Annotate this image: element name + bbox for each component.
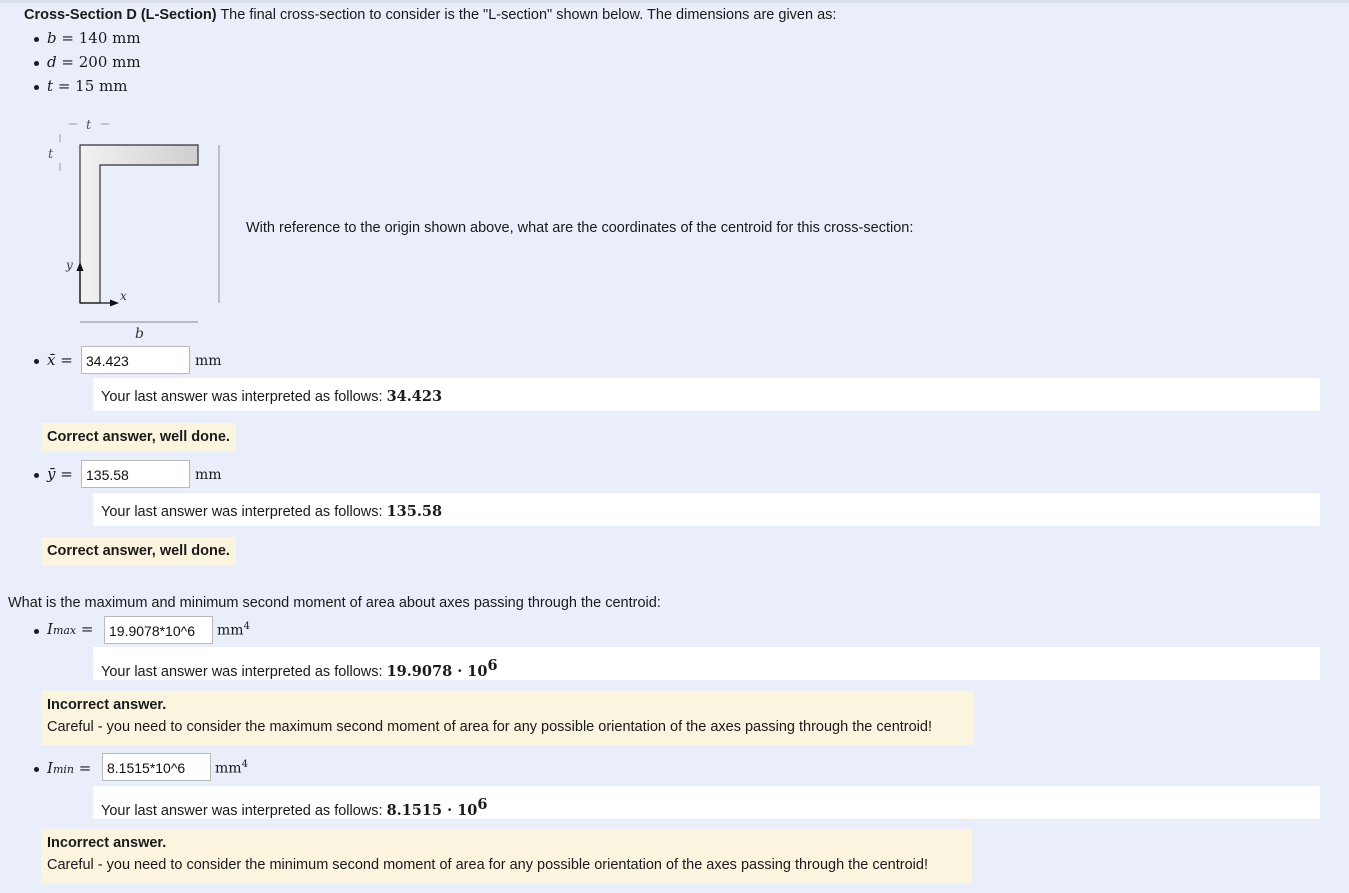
bullet [34,37,39,42]
x-axis-label: x [120,289,127,303]
imax-label: Imax = [47,620,94,638]
b-dim-label: b [135,326,144,342]
xbar-label: x̄ = [47,351,73,369]
imin-label: Imin = [47,759,92,777]
top-edge [0,0,1349,3]
ybar-input[interactable]: 135.58 [81,460,190,488]
imin-input[interactable]: 8.1515*10^6 [102,753,211,781]
t-dim-label-side: t [48,147,54,162]
dim-d: d = 200 mm [47,53,141,71]
xbar-unit: mm [195,353,222,369]
imin-interpretation: Your last answer was interpreted as foll… [93,786,1320,819]
ybar-label: ȳ = [47,465,73,483]
second-moment-question: What is the maximum and minimum second m… [8,595,661,611]
section-title: Cross-Section D (L-Section) [24,7,217,23]
xbar-interpreted-value: 34.423 [386,388,443,405]
imax-input[interactable]: 19.9078*10^6 [104,616,213,644]
ybar-interpreted-value: 135.58 [386,503,443,520]
imax-interpreted-value: 19.9078 · 10 [386,662,488,680]
dim-b: b = 140 mm [47,29,141,47]
xbar-interpretation: Your last answer was interpreted as foll… [93,378,1320,411]
imax-feedback: Incorrect answer. Careful - you need to … [41,691,974,745]
t-dim-label-top: t [86,118,92,133]
centroid-question: With reference to the origin shown above… [246,220,914,236]
bullet [34,473,39,478]
ybar-feedback: Correct answer, well done. [41,537,236,565]
bullet [34,61,39,66]
ybar-unit: mm [195,467,222,483]
l-shape [79,144,199,304]
y-axis-label: y [65,258,73,272]
imax-interpretation: Your last answer was interpreted as foll… [93,647,1320,680]
ybar-interpretation: Your last answer was interpreted as foll… [93,493,1320,526]
xbar-feedback: Correct answer, well done. [41,423,236,451]
dim-t: t = 15 mm [47,77,128,95]
intro-text: The final cross-section to consider is t… [216,7,837,23]
intro-paragraph: Cross-Section D (L-Section) The final cr… [24,7,836,23]
bullet [34,85,39,90]
bullet [34,767,39,772]
xbar-input[interactable]: 34.423 [81,346,190,374]
imax-feedback-text: Careful - you need to consider the maxim… [47,719,932,735]
l-section-figure: t t d b y x [48,118,220,342]
bullet [34,359,39,364]
bullet [34,629,39,634]
imin-unit: mm4 [215,759,248,777]
imin-interpreted-value: 8.1515 · 10 [386,801,478,819]
imin-feedback: Incorrect answer. Careful - you need to … [41,829,972,883]
x-axis-arrowhead [110,299,119,307]
imax-unit: mm4 [217,621,250,639]
imin-feedback-text: Careful - you need to consider the minim… [47,857,928,873]
